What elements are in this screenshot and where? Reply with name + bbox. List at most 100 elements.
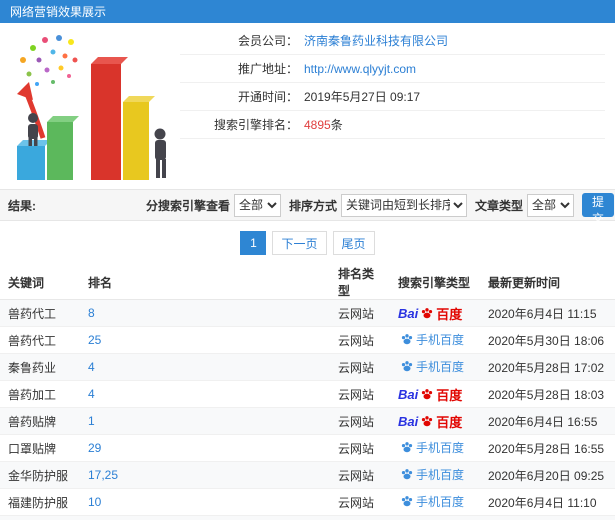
engine-cell: 手机百度 — [390, 488, 480, 516]
engine-cell: 手机百度 — [390, 515, 480, 520]
baidu-logo: Bai 百度 — [398, 385, 462, 404]
rank-link[interactable]: 1 — [88, 414, 95, 428]
paw-icon — [422, 416, 433, 427]
baidu-logo-text-du: 百度 — [436, 387, 463, 403]
keyword-cell: 秦鲁药业 — [0, 353, 80, 381]
engine-cell: Bai 百度 — [390, 407, 480, 435]
table-row: 福建防护服 10 云网站 手机百度 2020年6月4日 11:10 — [0, 488, 615, 516]
rank-type-cell: 云网站 — [330, 488, 390, 516]
open-time-label: 开通时间： — [237, 90, 298, 104]
sort-select[interactable]: 关键词由短到长排序 — [341, 193, 468, 217]
page-title: 网络营销效果展示 — [10, 5, 107, 19]
paw-icon — [401, 334, 413, 345]
paw-icon — [401, 442, 413, 453]
engine-cell: 手机百度 — [390, 326, 480, 354]
baidu-logo-text-bai: Bai — [398, 413, 419, 429]
table-row: 兽药代工 25 云网站 手机百度 2020年5月30日 18:06 — [0, 326, 615, 354]
next-page-button[interactable]: 下一页 — [272, 231, 327, 255]
paw-icon — [401, 469, 413, 480]
paw-icon — [401, 496, 413, 507]
time-cell: 2020年6月20日 09:25 — [480, 461, 615, 489]
rank-type-cell: 云网站 — [330, 380, 390, 408]
rank-link[interactable]: 29 — [88, 441, 101, 455]
keyword-cell — [0, 515, 80, 520]
mobile-baidu-label: 手机百度 — [416, 494, 465, 509]
rank-cell: 29 — [80, 434, 330, 462]
mobile-baidu-logo: 手机百度 — [398, 331, 464, 348]
keyword-cell: 福建防护服 — [0, 488, 80, 516]
mobile-baidu-label: 手机百度 — [416, 440, 465, 455]
last-page-button[interactable]: 尾页 — [332, 231, 375, 255]
header-engine-type: 搜索引擎类型 — [390, 265, 480, 300]
rank-link[interactable]: 4 — [88, 387, 95, 401]
info-row-url: 推广地址： http://www.qlyyjt.com — [180, 55, 605, 83]
table-row: 兽药贴牌 1 云网站 Bai 百度 2020年6月4日 16:55 — [0, 407, 615, 435]
mobile-baidu-label: 手机百度 — [416, 359, 465, 374]
rank-cell: 1 — [80, 407, 330, 435]
keyword-cell: 兽药代工 — [0, 326, 80, 354]
keyword-cell: 口罩贴牌 — [0, 434, 80, 462]
rank-type-cell: 云网站 — [330, 461, 390, 489]
article-type-label: 文章类型 — [475, 198, 524, 213]
rank-type-cell: 云网站 — [330, 407, 390, 435]
rank-type-cell: 云网站 — [330, 434, 390, 462]
submit-button[interactable]: 提交 — [582, 193, 615, 226]
rank-cell: 10 — [80, 488, 330, 516]
keyword-cell: 兽药贴牌 — [0, 407, 80, 435]
mobile-baidu-label: 手机百度 — [416, 467, 465, 482]
table-header-row: 关键词 排名 排名类型 搜索引擎类型 最新更新时间 — [0, 265, 615, 300]
promotion-url-link[interactable]: http://www.qlyyjt.com — [304, 62, 416, 76]
time-cell: 2020年6月4日 11:15 — [480, 299, 615, 327]
rank-link[interactable]: 17,25 — [88, 468, 118, 482]
baidu-logo-text-du: 百度 — [436, 414, 463, 430]
header-keyword: 关键词 — [0, 265, 80, 300]
rank-link[interactable]: 4 — [88, 360, 95, 374]
results-filter-bar: 结果: 分搜索引擎查看 全部 排序方式 关键词由短到长排序 文章类型 全部 提交 — [0, 189, 615, 226]
time-cell: 2020年6月4日 11:10 — [480, 488, 615, 516]
table-row: 兽药加工 4 云网站 Bai 百度 2020年5月28日 18:03 — [0, 380, 615, 408]
baidu-logo-text-bai: Bai — [398, 305, 419, 321]
time-cell: 2020年5月28日 16:55 — [480, 434, 615, 462]
rank-count-label: 搜索引擎排名： — [213, 118, 298, 132]
rank-type-cell: 云网站 — [330, 353, 390, 381]
rank-type-cell — [330, 515, 390, 520]
header-rank-type: 排名类型 — [330, 265, 390, 300]
rank-cell: 8 — [80, 299, 330, 327]
engine-cell: Bai 百度 — [390, 380, 480, 408]
engine-cell: 手机百度 — [390, 353, 480, 381]
time-cell: 2020年5月28日 18:03 — [480, 380, 615, 408]
article-type-select[interactable]: 全部 — [527, 193, 575, 217]
profile-section: 会员公司： 济南秦鲁药业科技有限公司 推广地址： http://www.qlyy… — [0, 23, 615, 189]
paw-icon — [401, 361, 413, 372]
baidu-logo-text-bai: Bai — [398, 386, 419, 402]
rank-link[interactable]: 25 — [88, 333, 101, 347]
company-info: 会员公司： 济南秦鲁药业科技有限公司 推广地址： http://www.qlyy… — [180, 23, 615, 139]
engine-cell: 手机百度 — [390, 461, 480, 489]
header-update-time: 最新更新时间 — [480, 265, 615, 300]
engine-cell: Bai 百度 — [390, 299, 480, 327]
time-cell: 2020年5月28日 17:02 — [480, 353, 615, 381]
time-cell — [480, 515, 615, 520]
time-cell: 2020年5月30日 18:06 — [480, 326, 615, 354]
page-1-button[interactable]: 1 — [240, 231, 267, 255]
keyword-rank-table: 关键词 排名 排名类型 搜索引擎类型 最新更新时间 兽药代工 8 云网站 Bai 百度 2… — [0, 265, 615, 520]
rank-cell: 25 — [80, 326, 330, 354]
info-row-open-time: 开通时间： 2019年5月27日 09:17 — [180, 83, 605, 111]
rank-type-cell: 云网站 — [330, 299, 390, 327]
engine-filter-select[interactable]: 全部 — [234, 193, 282, 217]
keyword-cell: 金华防护服 — [0, 461, 80, 489]
confetti-dots — [20, 35, 78, 86]
keyword-cell: 兽药代工 — [0, 299, 80, 327]
businessman-right — [154, 128, 166, 178]
rank-link[interactable]: 10 — [88, 495, 101, 509]
rank-cell: 4 — [80, 380, 330, 408]
rank-cell: 4 — [80, 353, 330, 381]
baidu-logo: Bai 百度 — [398, 412, 462, 431]
rank-type-cell: 云网站 — [330, 326, 390, 354]
sort-filter-label: 排序方式 — [289, 198, 338, 213]
company-name-link[interactable]: 济南秦鲁药业科技有限公司 — [304, 32, 448, 49]
mobile-baidu-logo: 手机百度 — [398, 439, 464, 456]
rank-link[interactable]: 8 — [88, 306, 95, 320]
mobile-baidu-logo: 手机百度 — [398, 358, 464, 375]
info-row-company: 会员公司： 济南秦鲁药业科技有限公司 — [180, 27, 605, 55]
